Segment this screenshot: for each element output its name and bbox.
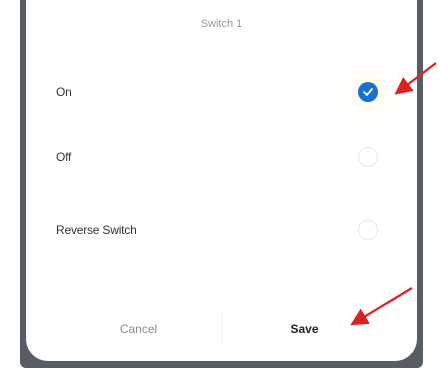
save-button[interactable]: Save xyxy=(222,305,417,353)
option-label: Reverse Switch xyxy=(56,223,137,237)
cancel-button[interactable]: Cancel xyxy=(26,305,221,353)
dialog-footer: Cancel Save xyxy=(26,305,417,353)
option-label: Off xyxy=(56,150,72,164)
screen: Switch 1 On Off Reverse Switch Cancel Sa… xyxy=(0,0,439,371)
check-icon xyxy=(363,88,373,96)
switch-mode-dialog: Switch 1 On Off Reverse Switch Cancel Sa… xyxy=(26,0,417,361)
radio-off[interactable] xyxy=(358,147,378,167)
option-off[interactable]: Off xyxy=(26,132,417,182)
dialog-title: Switch 1 xyxy=(200,18,243,30)
radio-on-selected[interactable] xyxy=(358,82,378,102)
radio-reverse-switch[interactable] xyxy=(358,220,378,240)
option-label: On xyxy=(56,85,72,99)
option-on[interactable]: On xyxy=(26,67,417,117)
option-reverse-switch[interactable]: Reverse Switch xyxy=(26,205,417,255)
